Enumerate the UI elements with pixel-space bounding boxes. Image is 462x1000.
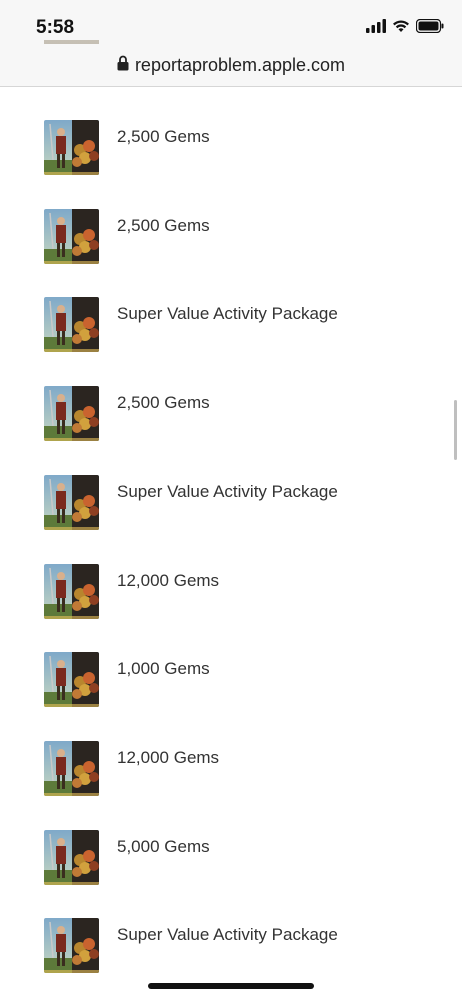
purchase-title: 2,500 Gems [117,393,210,413]
purchase-row[interactable]: Super Value Activity Package [0,459,462,548]
game-icon [44,829,99,885]
wifi-icon [392,19,410,38]
game-icon [44,563,99,619]
purchase-title: 2,500 Gems [117,127,210,146]
game-icon [44,297,99,353]
game-icon [44,386,99,442]
purchase-title: 1,000 Gems [117,659,210,679]
purchase-row[interactable]: 1,000 Gems [0,636,462,725]
purchase-row[interactable]: 2,500 Gems [0,193,462,282]
battery-icon [415,18,444,38]
game-icon [44,120,99,175]
url-text: reportaproblem.apple.com [134,54,346,75]
purchase-title: Super Value Activity Package [117,481,338,501]
purchase-title: Super Value Activity Package [117,925,338,945]
purchase-title: 12,000 Gems [117,570,220,590]
game-icon [44,918,99,974]
purchase-row[interactable]: 12,000 Gems [0,725,462,814]
purchase-title: 5,000 Gems [117,836,210,856]
address-bar[interactable]: reportaproblem.apple.com [0,44,462,87]
purchase-title: 12,000 Gems [117,747,220,767]
lock-icon [117,55,129,76]
purchase-row[interactable]: 12,000 Gems [0,548,462,637]
game-icon [44,740,99,796]
purchase-row[interactable]: 2,500 Gems [0,104,462,193]
status-bar: 5:58 [0,0,462,44]
signal-icon [366,19,386,38]
home-indicator[interactable] [148,983,314,989]
status-time: 5:58 [36,17,75,38]
purchase-row[interactable]: 2,500 Gems [0,370,462,459]
game-icon [44,474,99,530]
scrollbar[interactable] [454,400,457,460]
game-icon [44,208,99,264]
purchase-title: 2,500 Gems [117,215,210,235]
purchase-title: Super Value Activity Package [117,304,338,324]
purchase-row[interactable]: Super Value Activity Package [0,902,462,991]
status-icons [366,18,444,38]
purchase-row[interactable]: 5,000 Gems [0,814,462,903]
game-icon [44,652,99,708]
purchase-row[interactable]: Super Value Activity Package [0,281,462,370]
